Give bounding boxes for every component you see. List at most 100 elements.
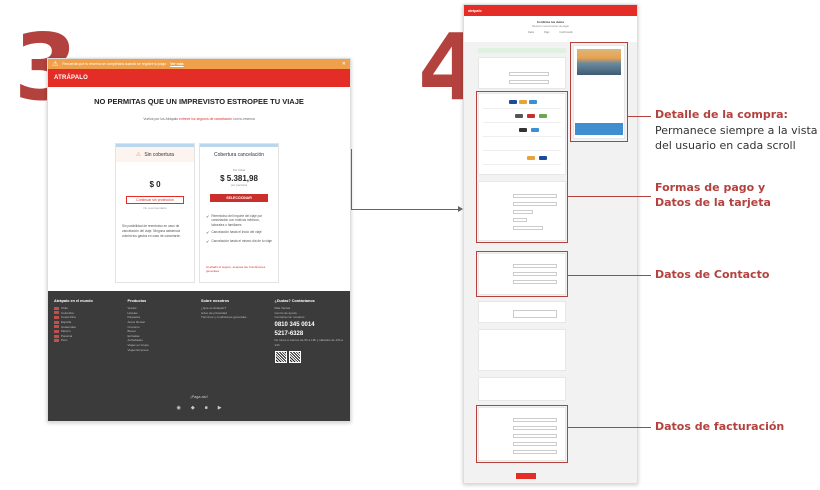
input-field[interactable] — [509, 80, 549, 84]
footer-col-contact: ¿Dudas? Contáctanos Más Ventas Centro de… — [274, 299, 345, 368]
list-item-text: Cancelación hasta el inicio del viaje — [211, 230, 262, 235]
price-per-person: por persona — [230, 183, 247, 187]
flag-icon — [54, 339, 59, 343]
coverage-list: ✔ Reembolso del importe del viaje por can… — [206, 214, 272, 245]
rss-icon[interactable]: ◉ — [176, 405, 180, 411]
brand-logo[interactable]: ATRÁPALO — [54, 75, 88, 81]
warning-link[interactable]: Ver más — [170, 62, 183, 66]
select-button[interactable]: SELECCIONAR — [210, 194, 268, 202]
checkout-steps: Datos Pago Confirmación — [464, 32, 637, 34]
highlight-box-billing — [476, 405, 568, 463]
social-links: ◉ ◆ ■ ▶ — [48, 405, 350, 411]
close-icon[interactable]: ✕ — [342, 61, 346, 67]
highlight-box-detail — [570, 42, 628, 142]
phone-number[interactable]: 0810 345 0014 — [275, 322, 345, 329]
warning-icon: ⚠ — [135, 152, 142, 158]
info-note — [478, 48, 566, 53]
warning-icon: ⚠ — [52, 61, 59, 68]
brand-logo[interactable]: atrápalo — [468, 9, 482, 13]
list-item: ✔ Cancelación hasta el mismo día de tu vi… — [206, 239, 272, 245]
input-field[interactable] — [509, 72, 549, 76]
cancellation-coverage-card: Cobertura cancelación Por ticket $ 5.381… — [199, 143, 279, 283]
flag-icon — [54, 311, 59, 315]
card-title: Sin cobertura — [144, 151, 175, 158]
insurance-summary-block — [478, 329, 566, 371]
annotation-line — [567, 275, 651, 276]
page-title-text: NO PERMITAS QUE UN IMPREVISTO ESTROPEE T… — [94, 97, 304, 106]
comments-block — [478, 301, 566, 323]
card-description: Sin posibilidad de reembolso en caso de … — [122, 224, 181, 238]
list-item-text: Cancelación hasta el mismo día de tu via… — [211, 239, 272, 244]
annotation-billing: Datos de facturación — [655, 420, 785, 433]
card-price: $ 0 — [149, 180, 161, 189]
terms-link[interactable]: Al añadir el seguro, aceptas las Condici… — [206, 265, 272, 273]
annotation-contact: Datos de Contacto — [655, 268, 770, 281]
qr-code-icon — [274, 350, 287, 363]
list-item: ✔ Reembolso del importe del viaje por can… — [206, 214, 272, 227]
site-footer: Atrápalo en el mundo Chile Colombia Cost… — [48, 291, 350, 421]
footer-link-text: Perú — [61, 338, 68, 343]
step-label: Confirmación — [559, 32, 573, 34]
twitter-icon[interactable]: ◆ — [191, 405, 195, 411]
phone-number[interactable]: 5217-6328 — [275, 331, 345, 338]
check-icon: ✔ — [206, 214, 210, 219]
footer-link[interactable]: Términos y condiciones generales — [201, 315, 271, 320]
annotation-line — [567, 427, 651, 428]
annotation-line-text: Formas de pago y — [655, 181, 766, 194]
footer-heading: Atrápalo en el mundo — [54, 299, 93, 303]
insurance-page-screenshot: ⚠ Recuerda que tu reserva se completará … — [47, 58, 351, 422]
footer-heading: ¿Dudas? Contáctanos — [274, 299, 315, 303]
step-label: Datos — [528, 32, 535, 34]
footer-link[interactable]: Viajes Empresa — [128, 348, 198, 353]
card-header: ⚠ Sin cobertura — [116, 144, 194, 162]
footer-col-world: Atrápalo en el mundo Chile Colombia Cost… — [54, 299, 124, 368]
subtitle-link[interactable]: entrevé los seguros de cancelación — [179, 117, 232, 121]
passenger-block — [478, 57, 566, 89]
footer-link[interactable]: Contacta con nosotros — [275, 315, 345, 320]
qr-code-icon — [288, 350, 301, 363]
comments-field[interactable] — [513, 310, 557, 318]
connector-line — [351, 209, 461, 210]
flag-icon — [54, 325, 59, 329]
annotation-line-text: Datos de la tarjeta — [655, 196, 771, 210]
subtitle-text-end: con tu reserva — [232, 117, 255, 121]
highlight-box-contact — [476, 251, 568, 297]
flag-icon — [54, 316, 59, 320]
connector-line — [351, 149, 352, 209]
warning-bar: ⚠ Recuerda que tu reserva se completará … — [48, 59, 350, 69]
highlight-box-payment — [476, 91, 568, 243]
continue-without-protection-button[interactable]: Continuar sin protección — [126, 196, 184, 204]
footer-col-about: Sobre nosotros ¿Qué es Atrápalo? Aviso d… — [201, 299, 271, 368]
card-title: Cobertura cancelación — [213, 151, 265, 158]
flag-icon — [54, 320, 59, 324]
youtube-icon[interactable]: ▶ — [218, 405, 222, 411]
card-header: Cobertura cancelación — [200, 144, 278, 162]
pay-button[interactable] — [516, 473, 536, 479]
facebook-icon[interactable]: ■ — [205, 405, 208, 411]
annotation-payment: Formas de pago y Datos de la tarjeta — [655, 180, 771, 211]
flag-icon — [54, 306, 59, 310]
promo-block — [478, 377, 566, 401]
flag-icon — [54, 330, 59, 334]
annotation-line-text: Permanece siempre a la vista — [655, 124, 818, 137]
checkout-header: Confirma tus datos Revisa tu reserva ant… — [464, 16, 637, 42]
no-coverage-card: ⚠ Sin cobertura $ 0 Continuar sin protec… — [115, 143, 195, 283]
header-bar: atrápalo — [464, 5, 637, 16]
footer-link[interactable]: Perú — [54, 338, 124, 343]
payment-heading: ¡Paga así! — [190, 395, 208, 399]
header-bar: ATRÁPALO — [48, 69, 350, 87]
flag-icon — [54, 334, 59, 338]
annotation-detail-text: Permanece siempre a la vista del usuario … — [655, 124, 818, 154]
annotation-detail-title: Detalle de la compra: — [655, 108, 788, 121]
footer-heading: Sobre nosotros — [201, 299, 230, 303]
step-label: Pago — [544, 32, 550, 34]
checkout-title: Confirma tus datos — [536, 20, 565, 24]
price-label: Por ticket — [232, 168, 246, 172]
subtitle-text: Vuelos por los Atrápalo — [143, 117, 180, 121]
list-item: ✔ Cancelación hasta el inicio del viaje — [206, 230, 272, 236]
annotation-line — [567, 196, 651, 197]
contact-hours: De lunes a viernes de 9h a 19h y sábados… — [274, 338, 344, 347]
card-price: $ 5.381,98 — [220, 174, 258, 183]
annotation-line — [627, 116, 651, 117]
warning-text: Recuerda que tu reserva se completará cu… — [62, 62, 167, 66]
